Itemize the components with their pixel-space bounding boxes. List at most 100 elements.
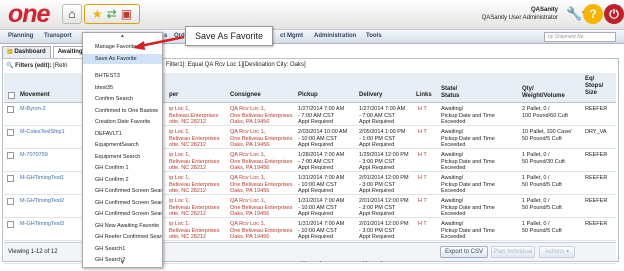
- power-icon[interactable]: ⏻: [604, 4, 624, 24]
- nav-contract-mgmt[interactable]: ct Mgmt: [280, 33, 303, 39]
- delivery-cell-line: Appt Required: [359, 234, 395, 240]
- movement-link[interactable]: M-Byron-2: [20, 106, 46, 113]
- delivery-cell-line: Appt Required: [359, 211, 395, 217]
- pickup-cell-line: Appt Required: [298, 211, 334, 217]
- row-checkbox[interactable]: [7, 129, 14, 136]
- delivery-cell-line: 2/01/2014 12:00 PM: [359, 221, 409, 227]
- qty-cell: 1 Pallet, 0 /50 Pound/5 Cuft: [522, 198, 562, 211]
- star-icon[interactable]: ★: [92, 7, 103, 21]
- shipper-cell-line: otte, NC 28212: [169, 234, 206, 240]
- favorite-item[interactable]: GH Confirmed Screen Search: [83, 209, 162, 219]
- links-cell[interactable]: H T: [418, 221, 427, 228]
- col-movement[interactable]: Movement: [20, 92, 50, 99]
- favorite-item[interactable]: GH Confirm 2: [83, 175, 162, 185]
- tab-strip: ▤ Dashboard Awaiting: [2, 46, 88, 58]
- links-cell[interactable]: H T: [418, 106, 427, 113]
- shipper-cell: ip Loc 1,Beliveau Enterprisesotte, NC 28…: [169, 152, 219, 172]
- state-cell-line: Exceeded: [441, 188, 466, 194]
- shipment-search-input[interactable]: by Shipment No: [544, 32, 616, 42]
- favorite-item[interactable]: GH Reefer Confirmed Search: [83, 232, 162, 242]
- favorite-item[interactable]: btest35: [83, 83, 162, 93]
- row-checkbox[interactable]: [7, 152, 14, 159]
- pickup-cell: 1/27/2014 7:00 AM - 7:00 AM CST Appt Requi…: [298, 106, 344, 126]
- col-qty[interactable]: Qty/ Weight/Volume: [522, 86, 565, 100]
- consignee-cell-line: Oaks, PA 19456: [230, 142, 270, 148]
- scroll-up-icon[interactable]: ▲: [83, 33, 162, 40]
- user-role: QASanity User Administrator: [481, 15, 558, 21]
- movement-link[interactable]: M-7070759: [20, 152, 48, 159]
- movement-link[interactable]: M-GHTimingTest1: [20, 175, 64, 182]
- qty-cell: 1 Pallet, 0 /50 Pound/5 Cuft: [522, 221, 562, 234]
- actions-button[interactable]: Actions ▾: [539, 246, 575, 258]
- filters-label[interactable]: Filters (edit):: [15, 63, 51, 69]
- col-pickup[interactable]: Pickup: [298, 92, 318, 99]
- save-as-favorite-item[interactable]: Save As Favorite: [83, 53, 162, 64]
- col-delivery[interactable]: Delivery: [359, 92, 382, 99]
- shipper-cell-line: otte, NC 28212: [169, 211, 206, 217]
- home-button[interactable]: ⌂: [62, 4, 82, 24]
- col-shipper[interactable]: per: [169, 92, 178, 99]
- eq-cell: REEFER: [585, 106, 608, 112]
- scroll-down-icon[interactable]: ▼: [83, 260, 162, 267]
- row-checkbox[interactable]: [7, 221, 14, 228]
- row-checkbox[interactable]: [7, 106, 14, 113]
- nav-transport[interactable]: Transport: [44, 33, 72, 39]
- app-logo[interactable]: one: [8, 1, 50, 27]
- consignee-cell-line: Oaks, PA 19456: [230, 188, 270, 194]
- export-csv-button[interactable]: Export to CSV: [440, 246, 488, 258]
- eq-cell: REEFER: [585, 221, 608, 227]
- favorite-item[interactable]: Equipment Search: [83, 152, 162, 162]
- nav-s[interactable]: s: [164, 33, 167, 39]
- links-cell[interactable]: H T: [418, 129, 427, 136]
- movement-link[interactable]: M-GHTimingTest3: [20, 221, 64, 228]
- favorite-item[interactable]: Creation Date Favorite: [83, 117, 162, 127]
- col-state[interactable]: State/ Status: [441, 86, 459, 100]
- favorites-toolbar[interactable]: ★ ⇄ ▣: [84, 4, 140, 24]
- favorite-item[interactable]: GH Confirmed Screen Search: [83, 198, 162, 208]
- favorite-item[interactable]: Confirm Search: [83, 94, 162, 104]
- row-checkbox[interactable]: [7, 175, 14, 182]
- favorite-item[interactable]: Confirmed to One Bastow: [83, 106, 162, 116]
- qty-cell-line: 50 Pound/5 Cuft: [522, 204, 562, 211]
- favorite-item[interactable]: GH Confirmed Screen Search: [83, 186, 162, 196]
- favorite-item[interactable]: DEFAVLT1: [83, 129, 162, 139]
- plan-individual-button[interactable]: Plan Individual: [491, 246, 535, 258]
- links-cell[interactable]: H T: [418, 198, 427, 205]
- col-links[interactable]: Links: [416, 92, 432, 99]
- movement-link[interactable]: M-GHTimingTest2: [20, 198, 64, 205]
- shipper-cell-line: otte, NC 28212: [169, 188, 206, 194]
- col-eq[interactable]: Eq/ Stops/ Size: [585, 76, 603, 97]
- qty-cell: 1 Pallet, 0 /50 Pound/30 Cuft: [522, 152, 565, 165]
- favorite-item[interactable]: GH New Awaiting Favorite: [83, 221, 162, 231]
- help-icon[interactable]: ?: [583, 4, 603, 24]
- favorite-item[interactable]: EquipmentSearch: [83, 140, 162, 150]
- nav-planning[interactable]: Planning: [8, 33, 33, 39]
- screen-icon[interactable]: ▣: [121, 7, 132, 21]
- favorite-item[interactable]: GH Search1: [83, 244, 162, 254]
- state-cell-line: Exceeded: [441, 165, 466, 171]
- state-cell-line: Exceeded: [441, 119, 466, 125]
- pickup-cell: 1/28/2014 7:00 AM - 7:00 AM CST Appt Requi…: [298, 152, 344, 172]
- select-all-checkbox[interactable]: [8, 92, 15, 99]
- state-cell: Awaiting/Pickup Date and TimeExceeded: [441, 221, 495, 241]
- pickup-cell-line: Appt Required: [298, 119, 334, 125]
- links-cell[interactable]: H T: [418, 152, 427, 159]
- favorite-item[interactable]: GH Confirm 1: [83, 163, 162, 173]
- dashboard-icon: ▤: [7, 49, 13, 55]
- col-consignee[interactable]: Consignee: [230, 92, 261, 99]
- manage-favorites-item[interactable]: Manage Favorites: [83, 42, 162, 52]
- consignee-cell-line: Oaks, PA 19456: [230, 119, 270, 125]
- state-cell-line: Exceeded: [441, 142, 466, 148]
- links-cell[interactable]: H T: [418, 175, 427, 182]
- tab-dashboard[interactable]: ▤ Dashboard: [2, 46, 51, 58]
- refresh-icon[interactable]: ⇄: [107, 7, 117, 21]
- favorite-item[interactable]: BHTEST3: [83, 71, 162, 81]
- movement-link[interactable]: M-ColesTestShip1: [20, 129, 65, 136]
- eq-cell: REEFER: [585, 152, 608, 158]
- delivery-cell-line: Appt Required: [359, 119, 395, 125]
- nav-administration[interactable]: Administration: [314, 33, 356, 39]
- delivery-cell: 2/05/2014 1:00 PM - 1:00 PM CST Appt Requi…: [359, 129, 405, 149]
- row-checkbox[interactable]: [7, 198, 14, 205]
- shipper-cell-line: otte, NC 28212: [169, 142, 206, 148]
- nav-tools[interactable]: Tools: [366, 33, 382, 39]
